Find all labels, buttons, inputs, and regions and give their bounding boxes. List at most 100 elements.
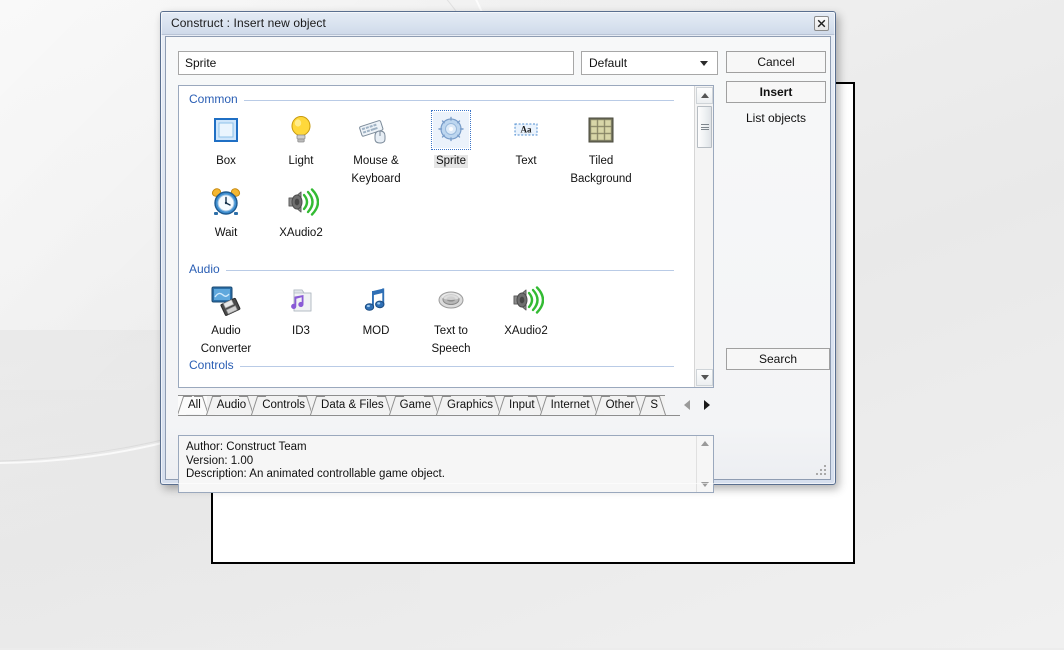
- object-item-tiled-background[interactable]: Tiled Background: [562, 112, 640, 187]
- tab-label: S: [650, 399, 659, 411]
- description-body: Description: An animated controllable ga…: [186, 468, 445, 480]
- object-group-header: Controls: [189, 358, 682, 372]
- tab-label: Graphics: [447, 399, 494, 411]
- scroll-down-icon[interactable]: [696, 369, 713, 386]
- audio-converter-icon: [208, 282, 244, 318]
- object-group-header: Audio: [189, 262, 682, 276]
- tiled-background-icon: [583, 112, 619, 148]
- object-item-label: Sprite: [433, 155, 469, 168]
- dialog-title: Construct : Insert new object: [171, 16, 326, 30]
- insert-new-object-dialog: Construct : Insert new object Default Ca…: [160, 11, 836, 493]
- tab-label: Internet: [550, 399, 590, 411]
- tab-strip: All Audio Controls Data & Files Game Graphics…: [178, 395, 680, 416]
- object-item-light[interactable]: Light: [262, 112, 340, 169]
- box-icon: [208, 112, 244, 148]
- object-item-text-to-speech[interactable]: Text to Speech: [412, 282, 490, 357]
- object-item-mouse-keyboard[interactable]: Mouse & Keyboard: [337, 112, 415, 187]
- dialog-client-area: Default Cancel Insert List objects Searc…: [165, 36, 831, 493]
- chevron-down-icon: [700, 61, 708, 66]
- svg-text:Aa: Aa: [521, 125, 532, 135]
- object-item-label: MOD: [362, 325, 390, 337]
- tab-label: Data & Files: [321, 399, 384, 411]
- object-item-xaudio2[interactable]: XAudio2: [487, 282, 565, 339]
- object-item-text[interactable]: Aa Text: [487, 112, 565, 169]
- object-list-panel: Common Box Light Mouse & Keyboard Sprite Aa Tex…: [178, 85, 714, 388]
- description-panel: Author: Construct Team Version: 1.00 Des…: [178, 435, 714, 493]
- object-item-label: Tiled Background: [570, 155, 632, 185]
- description-scrollbar[interactable]: [696, 436, 713, 492]
- speaker-icon: [283, 184, 320, 220]
- object-item-mod[interactable]: MOD: [337, 282, 415, 339]
- tab-label: Controls: [262, 399, 306, 411]
- object-group-label: Audio: [189, 262, 226, 276]
- search-button[interactable]: Search: [726, 348, 830, 370]
- object-item-audio-converter[interactable]: Audio Converter: [187, 282, 265, 357]
- object-item-wait[interactable]: Wait: [187, 184, 265, 241]
- sprite-icon: [431, 110, 471, 150]
- speech-icon: [433, 282, 469, 318]
- close-icon[interactable]: [814, 16, 829, 31]
- description-scroll-up-icon[interactable]: [697, 436, 713, 451]
- tab-scroll-left-icon[interactable]: [680, 398, 694, 412]
- object-item-label: Light: [288, 155, 314, 167]
- tab-s[interactable]: S: [640, 395, 666, 414]
- tab-label: Game: [399, 399, 431, 411]
- object-group-label: Controls: [189, 358, 240, 372]
- mouse-keyboard-icon: [358, 112, 394, 148]
- object-item-label: Box: [216, 155, 236, 167]
- group-divider: [189, 366, 674, 367]
- tab-audio[interactable]: Audio: [206, 395, 254, 414]
- object-list-scroll-area: Common Box Light Mouse & Keyboard Sprite Aa Tex…: [179, 86, 694, 387]
- description-scroll-down-icon[interactable]: [697, 477, 713, 492]
- object-name-input[interactable]: [178, 51, 574, 75]
- object-folder-combobox[interactable]: Default: [581, 51, 718, 75]
- object-group-header: Common: [189, 92, 682, 106]
- object-item-label: Wait: [214, 227, 238, 239]
- id3-folder-icon: [283, 282, 319, 318]
- object-item-sprite[interactable]: Sprite: [412, 110, 490, 169]
- description-version: Version: 1.00: [186, 454, 254, 467]
- description-author: Author: Construct Team: [186, 441, 307, 453]
- cancel-button[interactable]: Cancel: [726, 51, 826, 73]
- tab-game[interactable]: Game: [389, 395, 438, 414]
- tab-data-files[interactable]: Data & Files: [311, 395, 391, 414]
- tab-all[interactable]: All: [178, 395, 208, 414]
- tab-input[interactable]: Input: [499, 395, 542, 414]
- group-divider: [189, 270, 674, 271]
- text-icon: Aa: [508, 112, 544, 148]
- combobox-value: Default: [589, 56, 628, 70]
- category-tabs: All Audio Controls Data & Files Game Graphics…: [178, 395, 714, 416]
- tab-controls[interactable]: Controls: [252, 395, 313, 414]
- object-item-label: Mouse & Keyboard: [351, 155, 401, 185]
- tab-label: All: [188, 399, 201, 411]
- group-divider: [189, 100, 674, 101]
- object-item-label: XAudio2: [279, 227, 323, 239]
- tab-label: Input: [509, 399, 535, 411]
- list-objects-link[interactable]: List objects: [726, 109, 826, 127]
- alarm-clock-icon: [208, 184, 244, 220]
- object-list-scrollbar[interactable]: [694, 86, 713, 387]
- resize-grip[interactable]: [814, 463, 826, 475]
- insert-button[interactable]: Insert: [726, 81, 826, 103]
- lightbulb-icon: [283, 112, 319, 148]
- object-item-label: ID3: [292, 325, 310, 337]
- scrollbar-thumb[interactable]: [697, 106, 712, 148]
- tab-other[interactable]: Other: [595, 395, 642, 414]
- object-item-box[interactable]: Box: [187, 112, 265, 169]
- tab-scroll-right-icon[interactable]: [700, 398, 714, 412]
- tab-nav: [680, 396, 714, 414]
- tab-label: Audio: [216, 399, 247, 411]
- dialog-titlebar[interactable]: Construct : Insert new object: [161, 12, 835, 35]
- scroll-up-icon[interactable]: [696, 87, 713, 104]
- object-group-label: Common: [189, 92, 244, 106]
- music-note-icon: [358, 282, 394, 318]
- object-item-label: Audio Converter: [200, 325, 252, 355]
- description-text: Author: Construct Team Version: 1.00 Des…: [180, 437, 695, 491]
- object-item-label: Text: [515, 155, 537, 167]
- object-item-id3[interactable]: ID3: [262, 282, 340, 339]
- object-item-xaudio2[interactable]: XAudio2: [262, 184, 340, 241]
- speaker-icon: [508, 282, 545, 318]
- tab-internet[interactable]: Internet: [540, 395, 597, 414]
- tab-graphics[interactable]: Graphics: [437, 395, 501, 414]
- object-item-label: XAudio2: [504, 325, 548, 337]
